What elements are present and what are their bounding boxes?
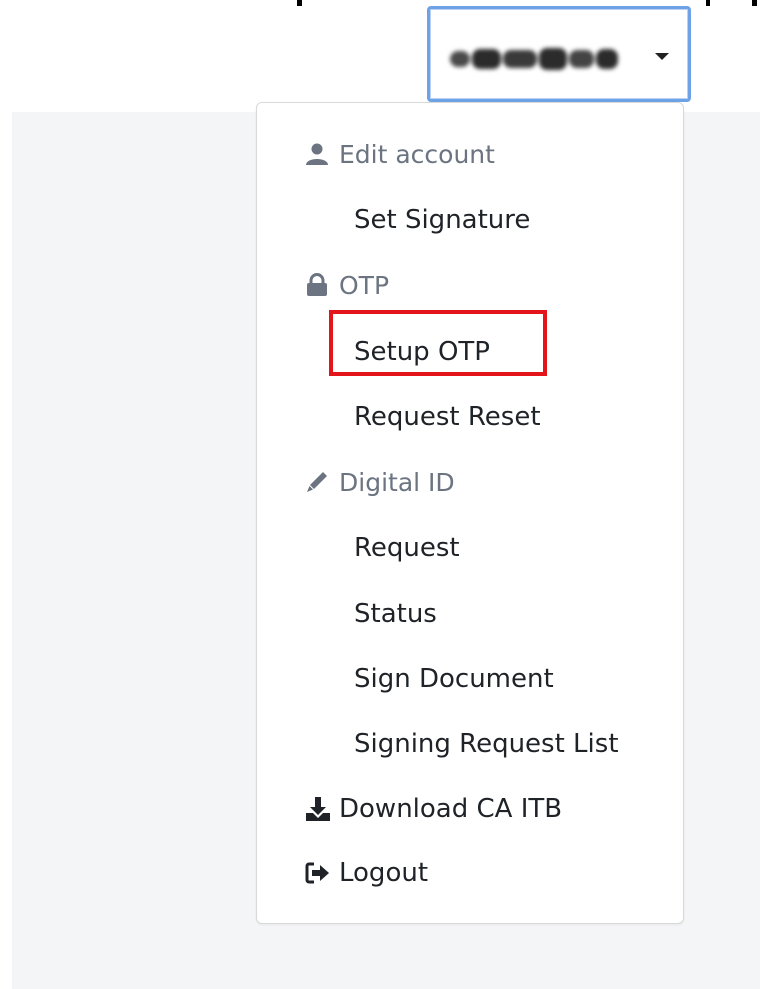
menu-item-logout[interactable]: Logout bbox=[257, 846, 685, 900]
signing-request-list-label: Signing Request List bbox=[354, 729, 619, 759]
download-icon bbox=[305, 797, 331, 821]
otp-label: OTP bbox=[339, 270, 390, 300]
menu-item-sign-document[interactable]: Sign Document bbox=[257, 652, 685, 706]
menu-item-set-signature[interactable]: Set Signature bbox=[257, 193, 685, 247]
menu-item-request-reset[interactable]: Request Reset bbox=[257, 390, 685, 444]
setup-otp-label: Setup OTP bbox=[354, 337, 490, 367]
set-signature-label: Set Signature bbox=[354, 205, 531, 235]
edit-account-label: Edit account bbox=[339, 139, 495, 169]
user-icon bbox=[305, 142, 331, 166]
lock-icon bbox=[305, 273, 331, 297]
status-label: Status bbox=[354, 599, 437, 629]
menu-header-edit-account[interactable]: Edit account bbox=[257, 127, 685, 181]
cropped-glyph bbox=[297, 0, 302, 6]
download-ca-label: Download CA ITB bbox=[339, 794, 563, 824]
request-label: Request bbox=[354, 533, 460, 563]
page: Edit account Set Signature OTP Setup OTP… bbox=[0, 0, 760, 989]
pen-icon bbox=[305, 470, 331, 494]
menu-item-setup-otp[interactable]: Setup OTP bbox=[257, 325, 685, 379]
username-redacted bbox=[450, 43, 618, 75]
cropped-glyph bbox=[706, 0, 710, 6]
request-reset-label: Request Reset bbox=[354, 402, 541, 432]
menu-item-signing-request-list[interactable]: Signing Request List bbox=[257, 717, 685, 771]
user-menu-toggle[interactable] bbox=[427, 6, 691, 102]
caret-down-icon bbox=[655, 53, 669, 60]
cropped-glyph bbox=[752, 0, 757, 6]
menu-item-status[interactable]: Status bbox=[257, 587, 685, 641]
logout-icon bbox=[305, 861, 331, 885]
menu-header-digital-id: Digital ID bbox=[257, 455, 685, 509]
menu-item-request[interactable]: Request bbox=[257, 521, 685, 575]
sign-document-label: Sign Document bbox=[354, 664, 554, 694]
user-dropdown-menu: Edit account Set Signature OTP Setup OTP… bbox=[256, 102, 684, 924]
menu-header-otp: OTP bbox=[257, 258, 685, 312]
logout-label: Logout bbox=[339, 858, 429, 888]
digital-id-label: Digital ID bbox=[339, 467, 455, 497]
menu-item-download-ca[interactable]: Download CA ITB bbox=[257, 782, 685, 836]
